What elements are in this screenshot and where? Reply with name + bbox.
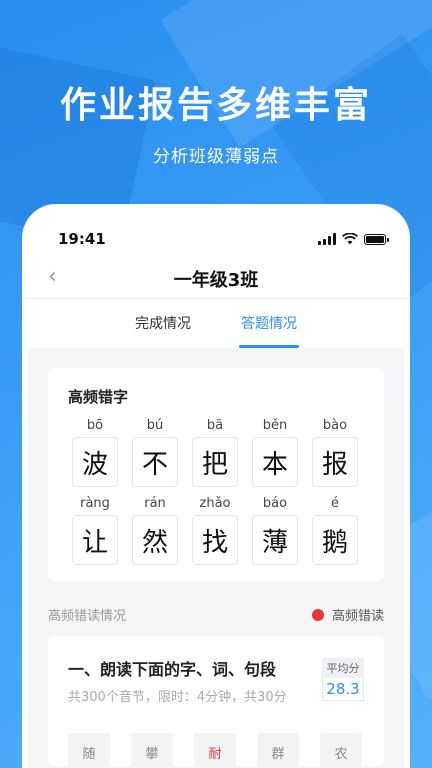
exercise-meta: 共300个音节，限时：4分钟，共30分 — [68, 690, 287, 705]
tab-bar: 完成情况 答题情况 — [22, 298, 410, 348]
back-chevron-icon[interactable]: ‹ — [48, 264, 57, 289]
pinyin: bào — [322, 418, 348, 433]
char-item[interactable]: báo 薄 — [252, 495, 298, 565]
pinyin: rán — [144, 496, 166, 511]
reading-chars: 随 攀 耐 群 农 — [68, 733, 364, 768]
pinyin: é — [331, 496, 339, 511]
reading-section-title: 高频错读情况 — [48, 609, 127, 624]
char-item[interactable]: bō 波 — [72, 417, 118, 487]
average-value: 28.3 — [322, 678, 364, 701]
tab-completion[interactable]: 完成情况 — [135, 299, 191, 348]
char-item[interactable]: bú 不 — [132, 417, 178, 487]
nav-bar: ‹ 一年级3班 — [22, 260, 410, 298]
char-item[interactable]: zhǎo 找 — [192, 495, 238, 565]
status-time: 19:41 — [58, 230, 106, 248]
pinyin: bō — [86, 418, 104, 433]
char-grid: bō 波 bú 不 bă 把 běn 本 bào 报 ràng 让 rán 然 zhǎo 找 b… — [72, 417, 364, 565]
reading-char[interactable]: 农 — [320, 733, 362, 768]
reading-section-header: 高频错读情况 高频错读 — [48, 605, 384, 624]
reading-char[interactable]: 随 — [68, 733, 110, 768]
reading-char[interactable]: 群 — [257, 733, 299, 768]
reading-char[interactable]: 攀 — [131, 733, 173, 768]
char-item[interactable]: bă 把 — [192, 417, 238, 487]
char-item[interactable]: bào 报 — [312, 417, 358, 487]
hero-title: 作业报告多维丰富 — [59, 85, 372, 126]
char-item[interactable]: běn 本 — [252, 417, 298, 487]
legend-label: 高频错读 — [331, 609, 384, 624]
char: 薄 — [252, 515, 298, 565]
char-item[interactable]: rán 然 — [132, 495, 178, 565]
legend: 高频错读 — [311, 605, 384, 624]
average-score-badge: 平均分 28.3 — [322, 658, 364, 701]
char: 不 — [132, 437, 178, 487]
content-area: 高频错字 bō 波 bú 不 bă 把 běn 本 bào 报 ràng 让 rán 然 zh… — [28, 348, 404, 768]
pinyin: báo — [262, 496, 288, 511]
frequent-errors-title: 高频错字 — [68, 388, 129, 406]
phone-frame: 19:41 ‹ 一年级3班 完成情况 答题情况 高频错字 bō 波 bú 不 bă 把 — [22, 204, 410, 768]
char-item[interactable]: é鹅 — [312, 495, 358, 565]
pinyin: ràng — [80, 496, 110, 511]
pinyin: bú — [146, 418, 164, 433]
reading-char-wrong[interactable]: 耐 — [194, 733, 236, 768]
char: 然 — [132, 515, 178, 565]
char: 报 — [312, 437, 358, 487]
exercise-card[interactable]: 一、朗读下面的字、词、句段 共300个音节，限时：4分钟，共30分 平均分 28… — [48, 636, 384, 768]
wifi-icon — [342, 233, 358, 245]
frequent-errors-card: 高频错字 bō 波 bú 不 bă 把 běn 本 bào 报 ràng 让 rán 然 zh… — [48, 368, 384, 581]
char: 鹅 — [312, 515, 358, 565]
exercise-title: 一、朗读下面的字、词、句段 — [68, 660, 277, 679]
char: 波 — [72, 437, 118, 487]
signal-icon — [318, 233, 336, 245]
pinyin: bă — [206, 418, 224, 433]
red-dot-icon — [311, 608, 324, 621]
char-item[interactable]: ràng 让 — [72, 495, 118, 565]
char: 找 — [192, 515, 238, 565]
pinyin: běn — [262, 418, 288, 433]
pinyin: zhǎo — [199, 496, 231, 511]
status-icons — [318, 233, 389, 245]
char: 让 — [72, 515, 118, 565]
char: 把 — [192, 437, 238, 487]
average-label: 平均分 — [322, 658, 364, 678]
status-bar: 19:41 — [22, 204, 410, 260]
tab-answers[interactable]: 答题情况 — [239, 299, 299, 348]
char: 本 — [252, 437, 298, 487]
page-title: 一年级3班 — [173, 270, 259, 291]
hero-subtitle: 分析班级薄弱点 — [153, 147, 279, 167]
battery-icon — [364, 233, 389, 245]
